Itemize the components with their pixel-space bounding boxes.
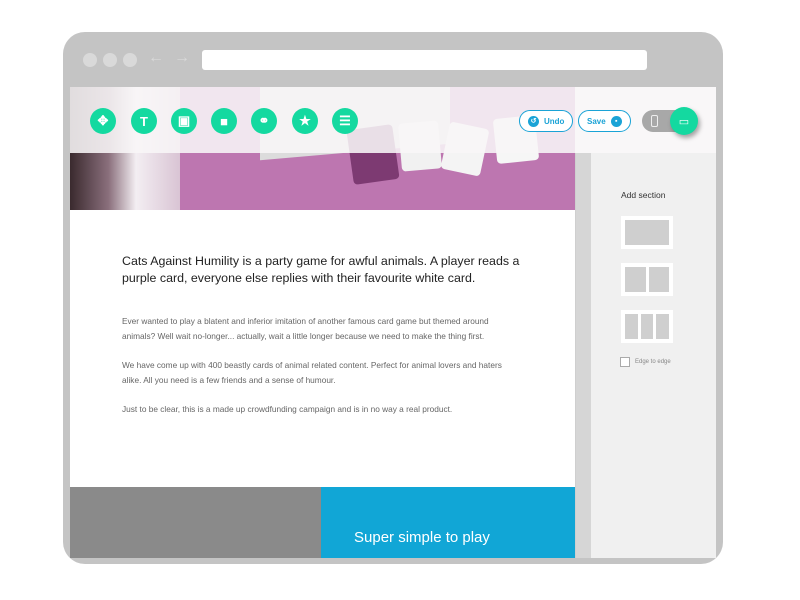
- back-arrow-icon[interactable]: ←: [148, 49, 164, 67]
- video-tool-button[interactable]: ■: [211, 108, 237, 134]
- move-tool-button[interactable]: ✥: [90, 108, 116, 134]
- content-section: Cats Against Humility is a party game fo…: [122, 253, 522, 417]
- layout-one-column[interactable]: [621, 216, 673, 249]
- window-dot: [103, 53, 117, 67]
- edge-checkbox[interactable]: [620, 357, 630, 367]
- feature-heading: Super simple to play: [354, 529, 490, 546]
- window-dot: [123, 53, 137, 67]
- text-icon: T: [140, 113, 148, 129]
- video-icon: ■: [220, 113, 228, 129]
- star-tool-button[interactable]: ★: [292, 108, 318, 134]
- mobile-icon[interactable]: [651, 115, 658, 127]
- link-tool-button[interactable]: ⚭: [251, 108, 277, 134]
- feature-block[interactable]: Super simple to play: [321, 487, 575, 558]
- save-button[interactable]: Save ▪: [578, 110, 631, 132]
- text-tool-button[interactable]: T: [131, 108, 157, 134]
- body-paragraph[interactable]: We have come up with 400 beastly cards o…: [122, 358, 522, 388]
- editor-toolbar: ✥ T ▣ ■ ⚭ ★ ☰ ↺ Undo Save ▪ ▭: [70, 87, 716, 153]
- sliders-icon: ☰: [339, 113, 351, 128]
- editor-viewport: ✥ T ▣ ■ ⚭ ★ ☰ ↺ Undo Save ▪ ▭ Cats Against…: [70, 87, 716, 558]
- view-mode-toggle[interactable]: ▭: [642, 107, 698, 135]
- forward-arrow-icon[interactable]: →: [174, 49, 190, 67]
- save-icon: ▪: [610, 115, 622, 127]
- panel-divider[interactable]: [575, 153, 591, 558]
- add-section-panel: Add section Edge to edge: [591, 153, 716, 558]
- window-dot: [83, 53, 97, 67]
- save-label: Save: [587, 116, 606, 126]
- panel-title: Add section: [621, 190, 666, 200]
- image-placeholder-block[interactable]: [70, 487, 321, 558]
- desktop-icon[interactable]: ▭: [670, 107, 698, 135]
- layout-two-column[interactable]: [621, 263, 673, 296]
- lead-paragraph[interactable]: Cats Against Humility is a party game fo…: [122, 253, 522, 287]
- undo-label: Undo: [544, 116, 565, 126]
- link-icon: ⚭: [258, 113, 270, 128]
- edge-to-edge-option[interactable]: Edge to edge: [620, 357, 671, 367]
- image-icon: ▣: [177, 113, 191, 128]
- layout-three-column[interactable]: [621, 310, 673, 343]
- body-paragraph[interactable]: Just to be clear, this is a made up crow…: [122, 402, 522, 417]
- settings-tool-button[interactable]: ☰: [332, 108, 358, 134]
- undo-button[interactable]: ↺ Undo: [519, 110, 574, 132]
- star-icon: ★: [299, 113, 311, 128]
- undo-icon: ↺: [528, 115, 539, 127]
- image-tool-button[interactable]: ▣: [171, 108, 197, 134]
- address-bar[interactable]: [202, 50, 647, 70]
- move-icon: ✥: [97, 113, 109, 128]
- body-paragraph[interactable]: Ever wanted to play a blatent and inferi…: [122, 314, 522, 344]
- edge-label: Edge to edge: [635, 359, 671, 365]
